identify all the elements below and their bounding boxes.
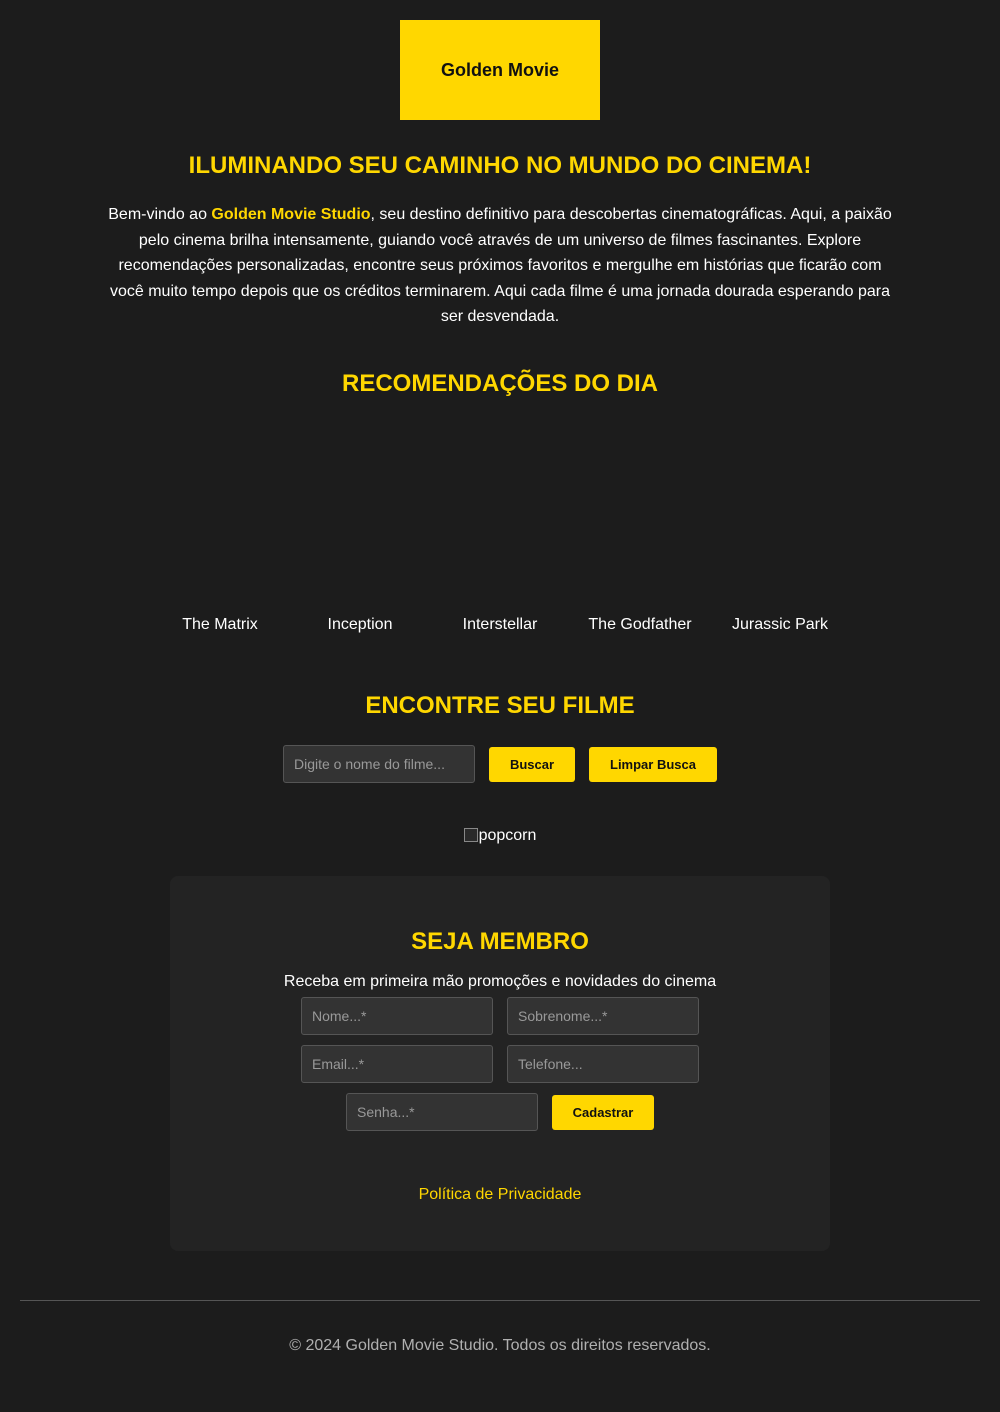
footer-copyright: © 2024 Golden Movie Studio. Todos os dir… [289, 1337, 711, 1354]
membership-subtitle: Receba em primeira mão promoções e novid… [283, 973, 717, 990]
broken-image-icon [463, 828, 478, 842]
search-title: ENCONTRE SEU FILME [365, 692, 635, 719]
search-input[interactable]: Digite o nome do filme... [283, 745, 475, 783]
membership-card: SEJA MEMBRO Receba em primeira mão promo… [170, 876, 830, 1251]
search-row: Digite o nome do filme... Buscar Limpar … [0, 745, 1000, 783]
movie-item[interactable]: Jurassic Park [710, 616, 850, 634]
recommendations-title: RECOMENDAÇÕES DO DIA [341, 370, 659, 397]
register-button[interactable]: Cadastrar [552, 1095, 654, 1130]
clear-search-button[interactable]: Limpar Busca [589, 746, 717, 782]
movie-item[interactable]: Inception [290, 616, 430, 634]
membership-title: SEJA MEMBRO [411, 928, 589, 955]
phone-field[interactable]: Telefone... [507, 1045, 699, 1083]
logo-text: Golden Movie [440, 59, 559, 80]
movie-item[interactable]: The Godfather [570, 616, 710, 634]
popcorn-alt-text: popcorn [478, 827, 537, 844]
last-name-field[interactable]: Sobrenome...* [507, 997, 699, 1035]
footer-divider [20, 1300, 980, 1301]
intro-prefix: Bem-vindo ao [108, 206, 212, 223]
first-name-field[interactable]: Nome...* [301, 997, 493, 1035]
password-field[interactable]: Senha...* [346, 1093, 538, 1131]
privacy-policy-link[interactable]: Política de Privacidade [170, 1186, 830, 1204]
page: Golden Movie ILUMINANDO SEU CAMINHO NO M… [0, 0, 1000, 1412]
popcorn-image: popcorn [0, 827, 1000, 845]
movie-item[interactable]: The Matrix [150, 616, 290, 634]
intro-suffix: , seu destino definitivo para descoberta… [109, 206, 892, 325]
intro-text: Bem-vindo ao Golden Movie Studio, seu de… [100, 202, 900, 330]
intro-brand: Golden Movie Studio [211, 206, 371, 223]
search-button[interactable]: Buscar [489, 746, 575, 782]
logo[interactable]: Golden Movie [400, 20, 600, 120]
hero-title: ILUMINANDO SEU CAMINHO NO MUNDO DO CINEM… [188, 152, 812, 179]
movie-list: The Matrix Inception Interstellar The Go… [150, 616, 850, 634]
email-field[interactable]: Email...* [301, 1045, 493, 1083]
movie-item[interactable]: Interstellar [430, 616, 570, 634]
